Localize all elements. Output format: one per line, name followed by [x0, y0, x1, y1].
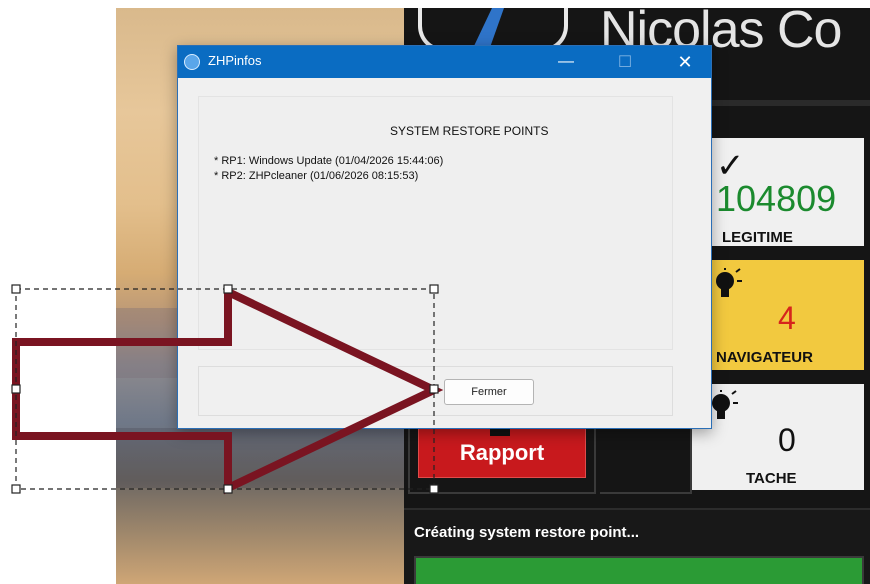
- resize-handle: [429, 384, 439, 394]
- resize-handle: [429, 284, 439, 294]
- annotation-arrow[interactable]: [12, 285, 444, 495]
- resize-handle: [11, 284, 21, 294]
- resize-handle: [429, 484, 439, 494]
- resize-handle: [223, 484, 233, 494]
- annotation-overlay: [11, 284, 444, 495]
- resize-handle: [11, 384, 21, 394]
- screenshot-stage: Nicolas Co ✓ 104809 LEGITIME 4 NAVIGATEU…: [0, 0, 870, 584]
- resize-handle: [223, 284, 233, 294]
- resize-handle: [11, 484, 21, 494]
